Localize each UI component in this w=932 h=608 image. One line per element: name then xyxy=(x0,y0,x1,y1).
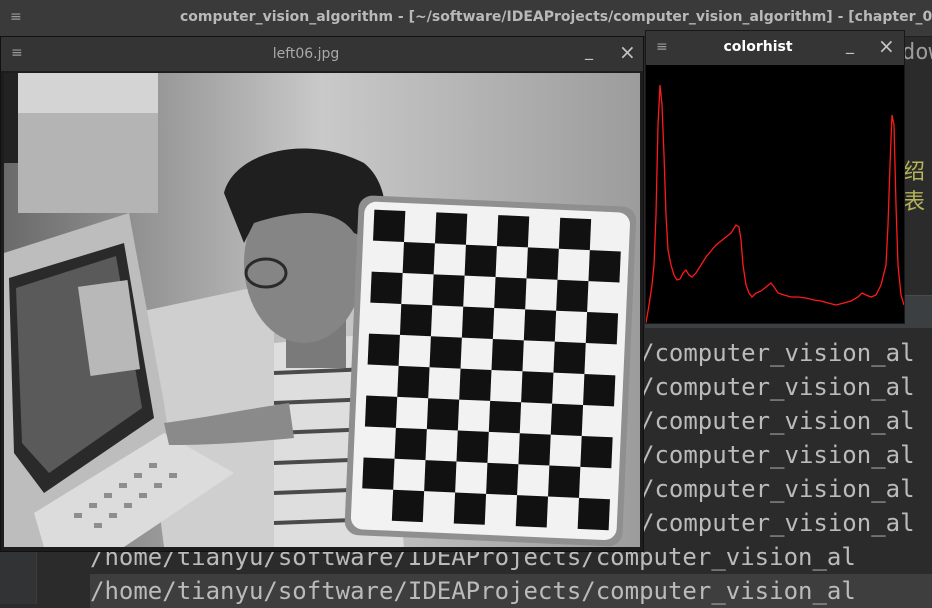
editor-text-fragment: dow xyxy=(902,40,932,65)
checker-square xyxy=(461,306,495,339)
checker-square xyxy=(367,333,400,366)
image-window[interactable]: ≡ left06.jpg _ × xyxy=(0,36,644,552)
checker-square xyxy=(550,403,584,436)
histogram-window-title: colorhist xyxy=(723,39,793,55)
checker-square xyxy=(558,217,592,251)
checker-square xyxy=(526,247,559,280)
checker-square xyxy=(488,400,522,434)
image-window-title: left06.jpg xyxy=(272,46,340,62)
checker-square xyxy=(580,435,613,469)
checker-square xyxy=(486,462,519,496)
checker-square xyxy=(397,365,430,399)
checker-square xyxy=(459,368,492,401)
checkerboard xyxy=(344,195,637,547)
console-line: /computer_vision_al xyxy=(640,339,915,367)
checker-square xyxy=(464,244,497,278)
checker-square xyxy=(391,489,425,523)
checker-square xyxy=(556,279,589,313)
checker-square xyxy=(362,457,395,490)
histogram-window[interactable]: ≡ colorhist _ × xyxy=(645,30,905,324)
console-line: /computer_vision_al xyxy=(640,441,915,469)
console-line: /computer_vision_al xyxy=(640,475,915,503)
ide-window-title: computer_vision_algorithm - [~/software/… xyxy=(180,9,932,25)
close-icon[interactable]: × xyxy=(878,36,895,56)
console-line: /home/tianyu/software/IDEAProjects/compu… xyxy=(90,574,932,608)
histogram-plot xyxy=(646,65,904,323)
editor-comment-line-1: 绍 xyxy=(903,160,926,185)
checker-square xyxy=(424,460,457,493)
checker-square xyxy=(370,271,403,304)
checker-square xyxy=(523,309,557,342)
histogram-curve xyxy=(646,84,904,323)
checker-square xyxy=(429,336,462,369)
console-line: /computer_vision_al xyxy=(640,509,915,537)
minimize-icon[interactable]: _ xyxy=(585,41,593,60)
checker-square xyxy=(491,338,524,372)
calibration-photo xyxy=(4,73,640,547)
checker-square xyxy=(456,430,489,463)
checker-square xyxy=(402,242,435,275)
checker-square xyxy=(518,433,551,466)
histogram-window-titlebar[interactable]: ≡ colorhist _ × xyxy=(646,31,904,65)
checker-square xyxy=(434,212,468,245)
checker-square xyxy=(426,398,460,431)
checker-square xyxy=(453,492,487,525)
checker-square xyxy=(496,215,530,248)
checker-square xyxy=(515,495,549,528)
checker-square xyxy=(521,371,554,404)
checker-square xyxy=(583,374,616,407)
image-window-titlebar[interactable]: ≡ left06.jpg _ × xyxy=(1,37,643,71)
checker-square xyxy=(432,274,465,307)
minimize-icon[interactable]: _ xyxy=(846,35,854,54)
checker-square xyxy=(494,277,527,310)
checker-square xyxy=(399,303,433,337)
checker-square xyxy=(553,341,586,375)
close-icon[interactable]: × xyxy=(619,42,636,62)
checker-square xyxy=(577,497,610,531)
checker-square xyxy=(364,395,398,428)
checker-square xyxy=(585,312,619,345)
editor-comment-line-2: 表 xyxy=(903,190,926,215)
checker-square xyxy=(394,427,427,461)
console-line: /computer_vision_al xyxy=(640,407,915,435)
console-line: /computer_vision_al xyxy=(640,373,915,401)
ide-menu-icon[interactable]: ≡ xyxy=(10,8,22,26)
checker-square xyxy=(373,209,406,243)
checker-square xyxy=(548,465,581,498)
checker-square xyxy=(588,250,621,283)
